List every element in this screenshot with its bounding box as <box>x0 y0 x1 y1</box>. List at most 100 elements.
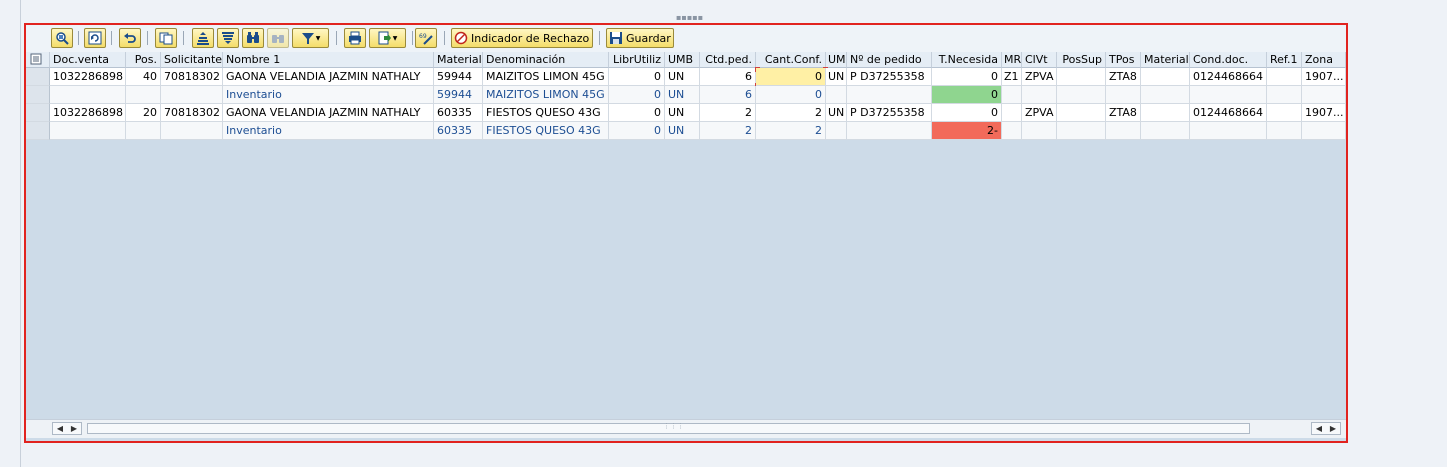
cell-possup[interactable] <box>1057 122 1106 140</box>
col-header-possup[interactable]: PosSup <box>1057 52 1106 68</box>
col-header-pos[interactable]: Pos. <box>126 52 161 68</box>
col-header-nro-pedido[interactable]: Nº de pedido <box>847 52 932 68</box>
cell-doc-venta[interactable] <box>50 86 126 104</box>
cell-solicitante[interactable] <box>161 86 223 104</box>
cell-ref1[interactable] <box>1267 104 1302 122</box>
col-header-um[interactable]: UM <box>826 52 847 68</box>
col-header-cant-conf[interactable]: Cant.Conf. <box>756 52 826 68</box>
save-button[interactable]: Guardar <box>606 28 674 48</box>
cell-pos[interactable] <box>126 86 161 104</box>
layout-button[interactable]: 69 <box>415 28 437 48</box>
cell-umb[interactable]: UN <box>665 104 700 122</box>
cell-cond-doc[interactable]: 0124468664 <box>1190 104 1267 122</box>
cell-um[interactable]: UN <box>826 104 847 122</box>
cell-nro-pedido[interactable] <box>847 86 932 104</box>
cell-clvt[interactable]: ZPVA <box>1022 104 1057 122</box>
find-button[interactable] <box>242 28 264 48</box>
cell-material[interactable]: 59944 <box>434 86 483 104</box>
cell-clvt[interactable] <box>1022 86 1057 104</box>
cell-ref1[interactable] <box>1267 68 1302 86</box>
cell-material2[interactable] <box>1141 122 1190 140</box>
cell-nombre1[interactable]: GAONA VELANDIA JAZMIN NATHALY <box>223 104 434 122</box>
cell-librutiliz[interactable]: 0 <box>609 86 665 104</box>
filter-button[interactable]: ▼ <box>292 28 329 48</box>
cell-zona[interactable]: 1907... <box>1302 68 1346 86</box>
scroll-right-button[interactable]: ◀ ▶ <box>1311 422 1341 435</box>
row-selector[interactable] <box>26 86 50 104</box>
col-header-zona[interactable]: Zona <box>1302 52 1346 68</box>
cell-mr[interactable] <box>1002 86 1022 104</box>
col-header-doc-venta[interactable]: Doc.venta <box>50 52 126 68</box>
cell-ref1[interactable] <box>1267 86 1302 104</box>
undo-button[interactable] <box>119 28 141 48</box>
cell-pos[interactable]: 40 <box>126 68 161 86</box>
cell-zona[interactable] <box>1302 86 1346 104</box>
cell-um[interactable] <box>826 86 847 104</box>
cell-solicitante[interactable]: 70818302 <box>161 68 223 86</box>
cell-solicitante[interactable]: 70818302 <box>161 104 223 122</box>
cell-denominacion[interactable]: MAIZITOS LIMON 45G <box>483 86 609 104</box>
col-header-clvt[interactable]: ClVt <box>1022 52 1057 68</box>
col-header-mr[interactable]: MR <box>1002 52 1022 68</box>
cell-material[interactable]: 59944 <box>434 68 483 86</box>
cant-conf-input[interactable]: 2 <box>756 104 826 122</box>
cell-t-necesida-status[interactable]: 2- <box>932 122 1002 140</box>
cell-um[interactable] <box>826 122 847 140</box>
col-header-librutiliz[interactable]: LibrUtiliz <box>609 52 665 68</box>
refresh-button[interactable] <box>84 28 106 48</box>
row-selector[interactable] <box>26 68 50 86</box>
cell-nombre1[interactable]: Inventario <box>223 122 434 140</box>
cell-ctd-ped[interactable]: 2 <box>700 122 756 140</box>
row-selector[interactable] <box>26 122 50 140</box>
cell-material2[interactable] <box>1141 104 1190 122</box>
cell-cant-conf[interactable]: 2 <box>756 122 826 140</box>
cell-cond-doc[interactable] <box>1190 122 1267 140</box>
cell-material2[interactable] <box>1141 86 1190 104</box>
cell-denominacion[interactable]: FIESTOS QUESO 43G <box>483 122 609 140</box>
col-header-nombre1[interactable]: Nombre 1 <box>223 52 434 68</box>
col-header-material2[interactable]: Material <box>1141 52 1190 68</box>
cell-tpos[interactable] <box>1106 86 1141 104</box>
cell-denominacion[interactable]: FIESTOS QUESO 43G <box>483 104 609 122</box>
cell-librutiliz[interactable]: 0 <box>609 104 665 122</box>
scroll-left-button[interactable]: ◀ ▶ <box>52 422 82 435</box>
cell-pos[interactable]: 20 <box>126 104 161 122</box>
cell-material2[interactable] <box>1141 68 1190 86</box>
details-button[interactable] <box>51 28 73 48</box>
cell-pos[interactable] <box>126 122 161 140</box>
cell-mr[interactable]: Z1 <box>1002 68 1022 86</box>
cell-clvt[interactable]: ZPVA <box>1022 68 1057 86</box>
cell-tpos[interactable] <box>1106 122 1141 140</box>
cell-t-necesida[interactable]: 0 <box>932 68 1002 86</box>
col-header-tpos[interactable]: TPos <box>1106 52 1141 68</box>
cell-nro-pedido[interactable] <box>847 122 932 140</box>
col-header-material[interactable]: Material <box>434 52 483 68</box>
cell-t-necesida-status[interactable]: 0 <box>932 86 1002 104</box>
col-header-t-necesida[interactable]: T.Necesida <box>932 52 1002 68</box>
cell-clvt[interactable] <box>1022 122 1057 140</box>
cell-zona[interactable]: 1907... <box>1302 104 1346 122</box>
cell-doc-venta[interactable] <box>50 122 126 140</box>
cell-doc-venta[interactable]: 1032286898 <box>50 104 126 122</box>
cell-ctd-ped[interactable]: 6 <box>700 86 756 104</box>
cant-conf-input[interactable]: 0 <box>756 68 826 86</box>
horizontal-scrollbar[interactable]: ◀ ▶ ⋮⋮⋮ ◀ ▶ <box>26 419 1346 438</box>
cell-tpos[interactable]: ZTA8 <box>1106 68 1141 86</box>
print-button[interactable] <box>344 28 366 48</box>
sort-descending-button[interactable] <box>217 28 239 48</box>
col-header-ref1[interactable]: Ref.1 <box>1267 52 1302 68</box>
cell-denominacion[interactable]: MAIZITOS LIMON 45G <box>483 68 609 86</box>
cell-cond-doc[interactable]: 0124468664 <box>1190 68 1267 86</box>
cell-umb[interactable]: UN <box>665 122 700 140</box>
cell-nro-pedido[interactable]: P D37255358 <box>847 104 932 122</box>
col-header-denominacion[interactable]: Denominación <box>483 52 609 68</box>
col-header-solicitante[interactable]: Solicitante <box>161 52 223 68</box>
splitter-grip[interactable]: ▪▪▪▪▪ <box>676 14 703 22</box>
cell-doc-venta[interactable]: 1032286898 <box>50 68 126 86</box>
select-all-icon[interactable] <box>26 52 50 68</box>
cell-material[interactable]: 60335 <box>434 104 483 122</box>
cell-possup[interactable] <box>1057 104 1106 122</box>
cell-um[interactable]: UN <box>826 68 847 86</box>
cell-possup[interactable] <box>1057 68 1106 86</box>
cell-possup[interactable] <box>1057 86 1106 104</box>
